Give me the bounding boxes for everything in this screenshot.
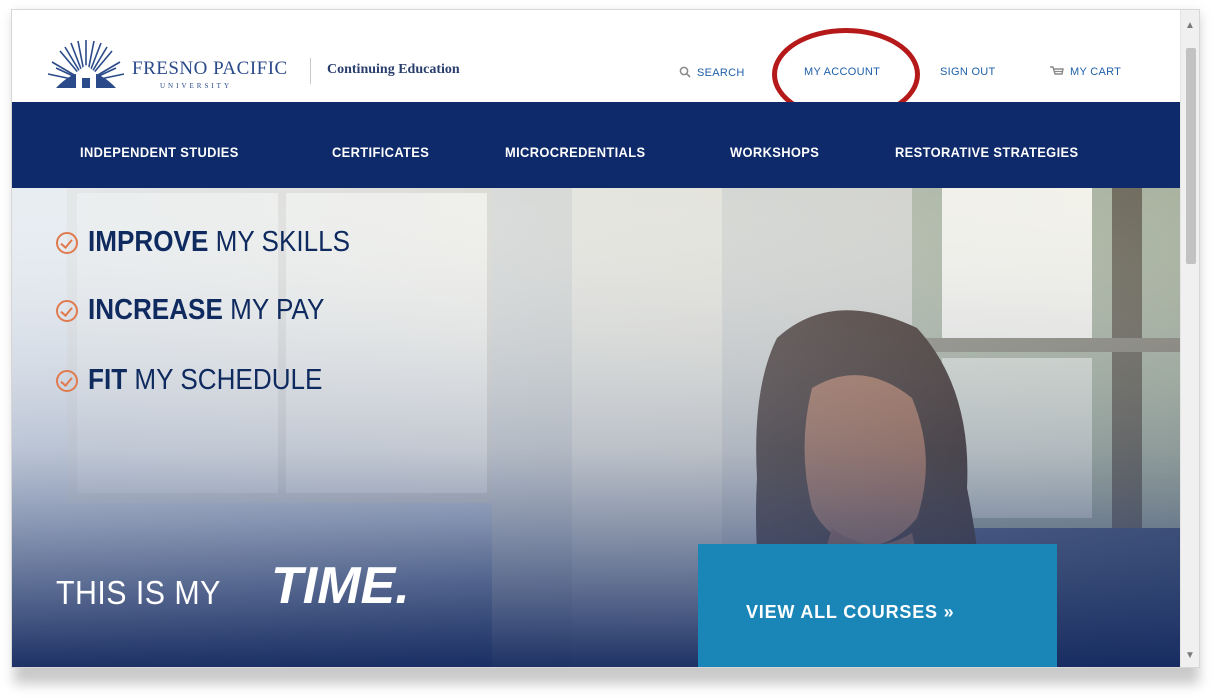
web-page: FRESNO PACIFIC UNIVERSITY Continuing Edu… [12,10,1180,667]
search-link[interactable]: SEARCH [679,66,745,79]
nav-workshops[interactable]: WORKSHOPS [730,144,819,160]
nav-independent-studies[interactable]: INDEPENDENT STUDIES [80,144,239,160]
sunburst-logo-icon [47,40,125,88]
hero-banner: IMPROVE MY SKILLS INCREASE MY PAY FIT MY… [12,188,1180,667]
site-header: FRESNO PACIFIC UNIVERSITY Continuing Edu… [12,10,1180,121]
benefit-bold: FIT [88,364,128,396]
search-label: SEARCH [697,67,745,79]
check-circle-icon [56,370,78,392]
nav-restorative-strategies[interactable]: RESTORATIVE STRATEGIES [895,144,1078,160]
logo-subtitle: UNIVERSITY [160,82,232,90]
vertical-scrollbar[interactable]: ▲ ▼ [1180,10,1199,667]
cart-icon [1050,66,1064,75]
nav-microcredentials[interactable]: MICROCREDENTIALS [505,144,645,160]
search-icon [679,66,691,78]
benefit-bold: INCREASE [88,294,223,326]
sign-out-link[interactable]: SIGN OUT [940,66,996,78]
main-nav: INDEPENDENT STUDIES CERTIFICATES MICROCR… [12,102,1180,188]
cta-label: VIEW ALL COURSES » [746,602,955,622]
check-circle-icon [56,300,78,322]
logo-name: FRESNO PACIFIC [132,58,288,79]
scroll-thumb[interactable] [1186,48,1196,264]
nav-certificates[interactable]: CERTIFICATES [332,144,429,160]
my-cart-link[interactable]: MY CART [1050,66,1121,78]
benefit-text: MY SKILLS [208,226,351,258]
benefit-bold: IMPROVE [88,226,209,258]
scroll-down-icon[interactable]: ▼ [1185,650,1195,661]
hero-tagline: THIS IS MY TIME. [56,557,410,615]
tagline-big: TIME. [271,557,410,615]
check-circle-icon [56,232,78,254]
benefit-text: MY SCHEDULE [127,364,323,396]
header-divider [310,58,311,84]
tagline-small: THIS IS MY [56,574,221,611]
browser-window: FRESNO PACIFIC UNIVERSITY Continuing Edu… [12,10,1199,667]
university-logo[interactable]: FRESNO PACIFIC UNIVERSITY [42,38,302,90]
cart-label: MY CART [1070,66,1122,78]
benefit-text: MY PAY [222,294,325,326]
scroll-up-icon[interactable]: ▲ [1185,20,1195,31]
view-all-courses-button[interactable]: VIEW ALL COURSES » [698,544,1057,667]
section-label[interactable]: Continuing Education [327,62,460,78]
